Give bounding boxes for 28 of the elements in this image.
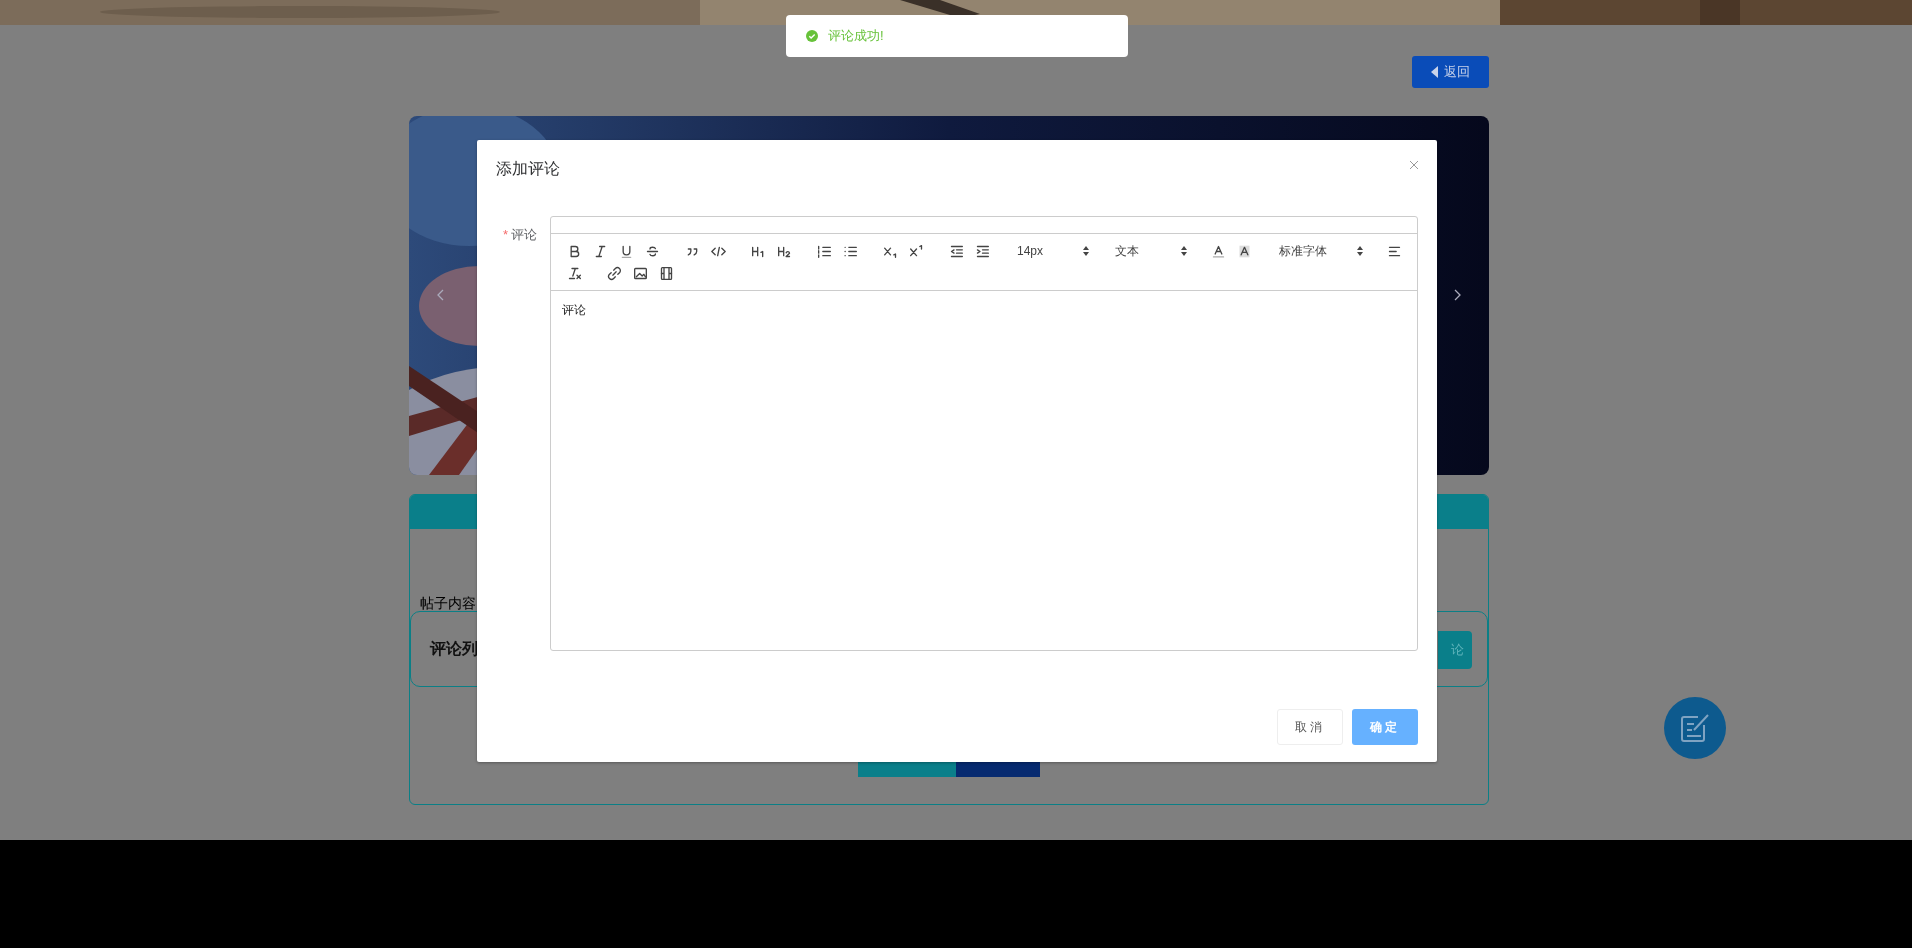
font-family-select[interactable]: 标准字体: [1271, 240, 1367, 262]
updown-icon: [1357, 246, 1363, 256]
toast-message: 评论成功!: [828, 27, 884, 46]
required-mark: *: [503, 226, 509, 244]
editor-text: 评论: [561, 302, 587, 319]
outdent-icon: [948, 243, 964, 259]
updown-icon: [1083, 246, 1089, 256]
caret-left-icon: [1431, 66, 1439, 78]
cancel-button[interactable]: 取消: [1277, 709, 1343, 745]
superscript-icon: [908, 243, 924, 259]
video-icon: [658, 265, 674, 281]
dialog-title: 添加评论: [496, 159, 560, 179]
updown-icon: [1181, 246, 1187, 256]
rich-text-editor[interactable]: 14px 文本 标准字体 评论: [550, 216, 1418, 651]
comment-list-title: 评论列: [430, 639, 478, 659]
close-button[interactable]: [1409, 160, 1419, 170]
back-button[interactable]: 返回: [1412, 56, 1489, 88]
ordered-list-icon: [816, 243, 832, 259]
close-icon: [1409, 160, 1419, 170]
clear-format-icon: [566, 265, 582, 281]
image-icon: [632, 265, 648, 281]
content-label: 帖子内容: [420, 594, 476, 613]
field-label: 评论: [511, 226, 538, 244]
text-color-icon: [1210, 243, 1226, 259]
font-size-select[interactable]: 14px: [1009, 240, 1093, 262]
heading-select[interactable]: 文本: [1107, 240, 1191, 262]
indent-icon: [974, 243, 990, 259]
link-icon: [606, 265, 622, 281]
